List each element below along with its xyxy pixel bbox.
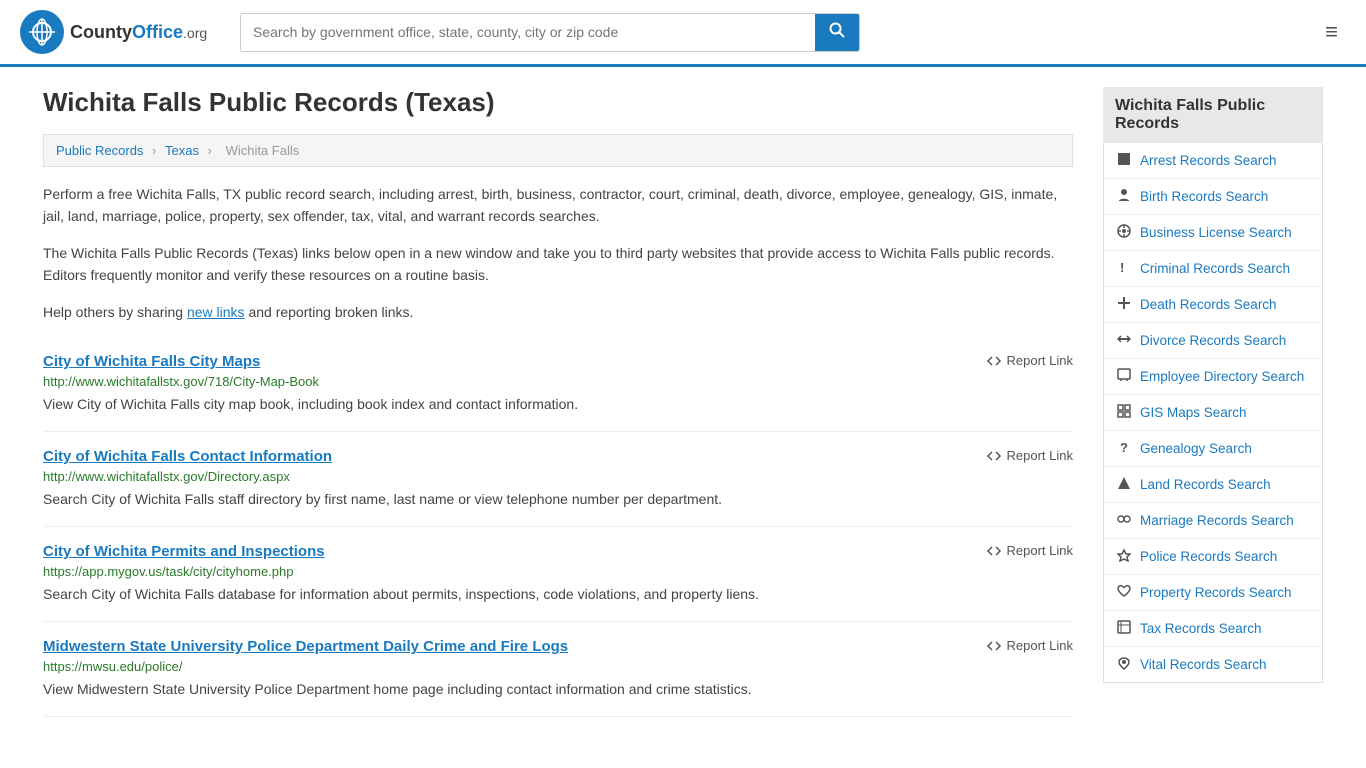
new-links-link[interactable]: new links — [187, 304, 245, 320]
sidebar-icon-3: ! — [1116, 260, 1132, 277]
description-1: Perform a free Wichita Falls, TX public … — [43, 183, 1073, 228]
search-button[interactable] — [815, 14, 859, 51]
search-input[interactable] — [241, 14, 815, 51]
result-desc-0: View City of Wichita Falls city map book… — [43, 394, 1073, 415]
sidebar-link-1[interactable]: Birth Records Search — [1140, 189, 1268, 204]
sidebar-item-police-records-search[interactable]: Police Records Search — [1104, 539, 1322, 575]
sidebar-icon-2 — [1116, 224, 1132, 241]
report-link-1[interactable]: Report Link — [986, 448, 1073, 464]
result-header-1: City of Wichita Falls Contact Informatio… — [43, 448, 1073, 465]
sidebar-icon-9 — [1116, 476, 1132, 493]
result-url-2[interactable]: https://app.mygov.us/task/city/cityhome.… — [43, 564, 1073, 579]
sidebar-icon-0 — [1116, 152, 1132, 169]
search-bar — [240, 13, 860, 52]
sidebar-item-marriage-records-search[interactable]: Marriage Records Search — [1104, 503, 1322, 539]
result-title-3[interactable]: Midwestern State University Police Depar… — [43, 638, 568, 655]
result-title-2[interactable]: City of Wichita Permits and Inspections — [43, 543, 325, 560]
sidebar-title: Wichita Falls Public Records — [1103, 87, 1323, 143]
main-container: Wichita Falls Public Records (Texas) Pub… — [23, 67, 1343, 737]
sidebar-icon-6 — [1116, 368, 1132, 385]
sidebar-link-9[interactable]: Land Records Search — [1140, 477, 1271, 492]
sidebar-icon-11 — [1116, 548, 1132, 565]
sidebar-link-10[interactable]: Marriage Records Search — [1140, 513, 1294, 528]
sidebar-link-5[interactable]: Divorce Records Search — [1140, 333, 1286, 348]
page-title: Wichita Falls Public Records (Texas) — [43, 87, 1073, 118]
result-title-0[interactable]: City of Wichita Falls City Maps — [43, 353, 260, 370]
results-container: City of Wichita Falls City Maps Report L… — [43, 337, 1073, 717]
sidebar-item-employee-directory-search[interactable]: Employee Directory Search — [1104, 359, 1322, 395]
sidebar-item-land-records-search[interactable]: Land Records Search — [1104, 467, 1322, 503]
sidebar-item-genealogy-search[interactable]: ? Genealogy Search — [1104, 431, 1322, 467]
header: CountyOffice.org ≡ — [0, 0, 1366, 67]
sidebar-item-birth-records-search[interactable]: Birth Records Search — [1104, 179, 1322, 215]
sidebar-icon-4 — [1116, 296, 1132, 313]
sidebar-link-7[interactable]: GIS Maps Search — [1140, 405, 1247, 420]
breadcrumb: Public Records › Texas › Wichita Falls — [43, 134, 1073, 167]
sidebar-icon-7 — [1116, 404, 1132, 421]
sidebar-item-divorce-records-search[interactable]: Divorce Records Search — [1104, 323, 1322, 359]
content-area: Wichita Falls Public Records (Texas) Pub… — [43, 87, 1073, 717]
report-link-2[interactable]: Report Link — [986, 543, 1073, 559]
sidebar-link-3[interactable]: Criminal Records Search — [1140, 261, 1290, 276]
sidebar-link-12[interactable]: Property Records Search — [1140, 585, 1292, 600]
result-title-1[interactable]: City of Wichita Falls Contact Informatio… — [43, 448, 332, 465]
breadcrumb-texas[interactable]: Texas — [165, 143, 199, 158]
sidebar-link-8[interactable]: Genealogy Search — [1140, 441, 1252, 456]
report-link-3[interactable]: Report Link — [986, 638, 1073, 654]
sidebar-icon-1 — [1116, 188, 1132, 205]
result-desc-1: Search City of Wichita Falls staff direc… — [43, 489, 1073, 510]
result-url-0[interactable]: http://www.wichitafallstx.gov/718/City-M… — [43, 374, 1073, 389]
sidebar-item-criminal-records-search[interactable]: ! Criminal Records Search — [1104, 251, 1322, 287]
sidebar-link-13[interactable]: Tax Records Search — [1140, 621, 1262, 636]
sidebar-item-arrest-records-search[interactable]: Arrest Records Search — [1104, 143, 1322, 179]
result-item: City of Wichita Falls City Maps Report L… — [43, 337, 1073, 432]
result-item: City of Wichita Permits and Inspections … — [43, 527, 1073, 622]
result-item: City of Wichita Falls Contact Informatio… — [43, 432, 1073, 527]
result-item: Midwestern State University Police Depar… — [43, 622, 1073, 717]
sidebar-item-death-records-search[interactable]: Death Records Search — [1104, 287, 1322, 323]
sidebar-item-business-license-search[interactable]: Business License Search — [1104, 215, 1322, 251]
sidebar-item-gis-maps-search[interactable]: GIS Maps Search — [1104, 395, 1322, 431]
sidebar-item-property-records-search[interactable]: Property Records Search — [1104, 575, 1322, 611]
result-header-0: City of Wichita Falls City Maps Report L… — [43, 353, 1073, 370]
sidebar-icon-5 — [1116, 332, 1132, 349]
menu-icon[interactable]: ≡ — [1317, 15, 1346, 49]
sidebar-link-14[interactable]: Vital Records Search — [1140, 657, 1267, 672]
logo-text: CountyOffice.org — [70, 22, 207, 43]
report-link-0[interactable]: Report Link — [986, 353, 1073, 369]
sidebar-link-4[interactable]: Death Records Search — [1140, 297, 1277, 312]
result-header-3: Midwestern State University Police Depar… — [43, 638, 1073, 655]
description-2: The Wichita Falls Public Records (Texas)… — [43, 242, 1073, 287]
logo-area: CountyOffice.org — [20, 10, 220, 54]
sidebar-link-2[interactable]: Business License Search — [1140, 225, 1292, 240]
sidebar-icon-14 — [1116, 656, 1132, 673]
sidebar-icon-10 — [1116, 512, 1132, 529]
sidebar-icon-13 — [1116, 620, 1132, 637]
description-3: Help others by sharing new links and rep… — [43, 301, 1073, 323]
sidebar-icon-12 — [1116, 584, 1132, 601]
logo-icon — [20, 10, 64, 54]
svg-text:?: ? — [1120, 440, 1128, 454]
sidebar-link-6[interactable]: Employee Directory Search — [1140, 369, 1304, 384]
sidebar-link-11[interactable]: Police Records Search — [1140, 549, 1277, 564]
result-desc-2: Search City of Wichita Falls database fo… — [43, 584, 1073, 605]
svg-text:!: ! — [1120, 260, 1124, 274]
sidebar-items: Arrest Records Search Birth Records Sear… — [1103, 143, 1323, 683]
sidebar: Wichita Falls Public Records Arrest Reco… — [1103, 87, 1323, 717]
result-header-2: City of Wichita Permits and Inspections … — [43, 543, 1073, 560]
result-url-3[interactable]: https://mwsu.edu/police/ — [43, 659, 1073, 674]
sidebar-link-0[interactable]: Arrest Records Search — [1140, 153, 1277, 168]
sidebar-icon-8: ? — [1116, 440, 1132, 457]
sidebar-item-tax-records-search[interactable]: Tax Records Search — [1104, 611, 1322, 647]
result-url-1[interactable]: http://www.wichitafallstx.gov/Directory.… — [43, 469, 1073, 484]
breadcrumb-public-records[interactable]: Public Records — [56, 143, 143, 158]
breadcrumb-current: Wichita Falls — [226, 143, 300, 158]
result-desc-3: View Midwestern State University Police … — [43, 679, 1073, 700]
sidebar-item-vital-records-search[interactable]: Vital Records Search — [1104, 647, 1322, 682]
